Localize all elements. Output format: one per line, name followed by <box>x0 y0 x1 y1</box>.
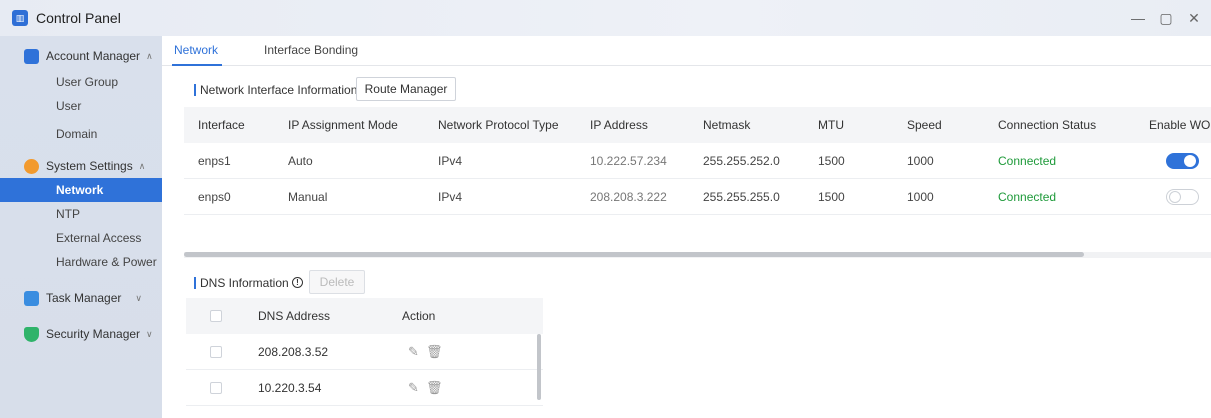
sidebar-group-task-manager[interactable]: Task Manager ∨ <box>0 280 162 316</box>
sidebar-group-account-manager[interactable]: Account Manager ∧ <box>0 38 162 74</box>
row-checkbox[interactable] <box>210 382 222 394</box>
table-header: DNS Address Action <box>186 298 543 334</box>
close-button[interactable]: ✕ <box>1187 9 1201 27</box>
mtu-cell: 1500 <box>818 154 845 168</box>
horizontal-scrollbar[interactable] <box>184 252 1084 257</box>
interface-cell: enps1 <box>198 154 231 168</box>
protocol-cell: IPv4 <box>438 154 463 168</box>
tab-network[interactable]: Network <box>174 43 218 57</box>
wol-toggle[interactable] <box>1166 153 1199 169</box>
mode-cell: Manual <box>288 190 328 204</box>
status-cell: Connected <box>998 190 1057 204</box>
column-header: Action <box>402 309 436 323</box>
edit-icon[interactable]: ✎ <box>408 344 422 360</box>
netmask-cell: 255.255.252.0 <box>703 154 780 168</box>
chevron-up-icon: ∧ <box>138 160 146 171</box>
mode-cell: Auto <box>288 154 313 168</box>
account-manager-icon <box>24 48 39 64</box>
speed-cell: 1000 <box>907 190 934 204</box>
route-manager-button[interactable]: Route Manager <box>356 77 456 101</box>
status-cell: Connected <box>998 154 1057 168</box>
table-row[interactable]: 208.208.3.52 ✎ 🗑 <box>186 334 543 370</box>
delete-icon[interactable]: 🗑 <box>426 344 443 360</box>
minimize-button[interactable]: — <box>1131 9 1145 27</box>
chevron-down-icon: ∨ <box>135 292 142 303</box>
dns-address-cell: 10.220.3.54 <box>258 381 322 395</box>
ip-cell: 10.222.57.234 <box>590 154 667 168</box>
speed-cell: 1000 <box>907 154 934 168</box>
dns-section-title: DNS Information <box>200 276 289 290</box>
app-title: Control Panel <box>36 10 121 26</box>
table-row[interactable]: 10.220.3.54 ✎ 🗑 <box>186 370 543 406</box>
delete-icon[interactable]: 🗑 <box>426 380 443 396</box>
title-bar: ▥ Control Panel — ▢ ✕ <box>0 0 1211 36</box>
interface-cell: enps0 <box>198 190 231 204</box>
column-header: IP Assignment Mode <box>288 118 398 132</box>
sidebar-item-external-access[interactable]: External Access <box>0 226 162 250</box>
sidebar-group-label: System Settings <box>46 159 133 173</box>
table-row[interactable]: enps1 Auto IPv4 10.222.57.234 255.255.25… <box>184 143 1211 179</box>
sidebar-item-hardware-power[interactable]: Hardware & Power <box>0 250 162 274</box>
edit-icon[interactable]: ✎ <box>408 380 422 396</box>
column-header: Speed <box>907 118 942 132</box>
column-header: IP Address <box>590 118 648 132</box>
sidebar-group-label: Account Manager <box>46 49 141 63</box>
row-checkbox[interactable] <box>210 346 222 358</box>
column-header: MTU <box>818 118 844 132</box>
task-manager-icon <box>24 290 39 306</box>
sidebar-item-network[interactable]: Network <box>0 178 162 202</box>
sidebar-item-domain[interactable]: Domain <box>0 122 162 146</box>
chevron-up-icon: ∧ <box>146 50 153 61</box>
active-tab-indicator <box>172 64 222 66</box>
table-header: Interface IP Assignment Mode Network Pro… <box>184 107 1211 143</box>
sidebar-item-ntp[interactable]: NTP <box>0 202 162 226</box>
sidebar-group-security-manager[interactable]: Security Manager ∨ <box>0 316 162 352</box>
ip-cell: 208.208.3.222 <box>590 190 667 204</box>
section-marker <box>194 277 196 289</box>
column-header: DNS Address <box>258 309 331 323</box>
column-header: Netmask <box>703 118 751 132</box>
control-panel-icon: ▥ <box>12 10 28 26</box>
tab-bar: Network Interface Bonding <box>162 36 1211 66</box>
select-all-checkbox[interactable] <box>210 310 222 322</box>
window-controls: — ▢ ✕ <box>1131 9 1201 27</box>
dns-table: DNS Address Action 208.208.3.52 ✎ 🗑 10.2… <box>186 298 543 418</box>
wol-toggle[interactable] <box>1166 189 1199 205</box>
chevron-down-icon: ∨ <box>146 328 153 339</box>
protocol-cell: IPv4 <box>438 190 463 204</box>
column-header: Connection Status <box>998 118 1097 132</box>
column-header: Network Protocol Type <box>438 118 559 132</box>
sidebar: Account Manager ∧ User Group User Domain… <box>0 36 162 418</box>
system-settings-icon <box>24 158 39 174</box>
restore-button[interactable]: ▢ <box>1159 9 1173 27</box>
tab-interface-bonding[interactable]: Interface Bonding <box>264 43 358 57</box>
sidebar-group-label: Security Manager <box>46 327 141 341</box>
netmask-cell: 255.255.255.0 <box>703 190 780 204</box>
sidebar-item-user-group[interactable]: User Group <box>0 70 162 94</box>
table-row[interactable]: enps0 Manual IPv4 208.208.3.222 255.255.… <box>184 179 1211 215</box>
sidebar-group-label: Task Manager <box>46 291 122 305</box>
column-header: Enable WOL <box>1149 118 1211 132</box>
security-manager-icon <box>24 326 39 342</box>
column-header: Interface <box>198 118 245 132</box>
network-section-title: Network Interface Information <box>200 83 358 97</box>
mtu-cell: 1500 <box>818 190 845 204</box>
section-marker <box>194 84 196 96</box>
info-icon: ! <box>292 277 303 288</box>
delete-button[interactable]: Delete <box>309 270 365 294</box>
dns-address-cell: 208.208.3.52 <box>258 345 329 359</box>
main-content: Network Interface Bonding Network Interf… <box>162 36 1211 418</box>
vertical-scrollbar[interactable] <box>537 334 541 400</box>
sidebar-item-user[interactable]: User <box>0 94 162 118</box>
